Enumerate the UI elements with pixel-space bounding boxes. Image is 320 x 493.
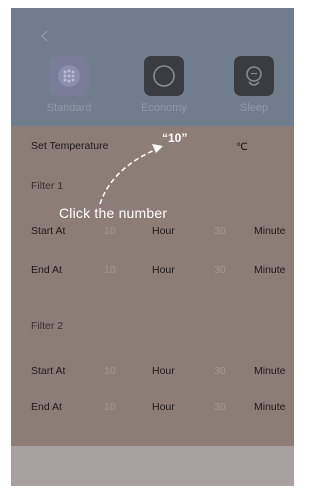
filter-2-title: Filter 2 <box>31 320 64 332</box>
mode-standard-label: Standard <box>46 102 92 114</box>
mode-standard[interactable]: Standard <box>29 56 109 122</box>
filter-2-start-hour-value[interactable]: 10 <box>104 365 116 377</box>
filter-1-end-minute-value[interactable]: 30 <box>214 264 226 276</box>
app-screen: Standard Economy Sleep <box>11 8 294 486</box>
filter-2-end-minute-unit: Minute <box>254 401 286 413</box>
filter-1-start-hour-unit: Hour <box>152 225 175 237</box>
filter-2-end-minute-value[interactable]: 30 <box>214 401 226 413</box>
filter-1-start-minute-value[interactable]: 30 <box>214 225 226 237</box>
filter-2-start-hour-unit: Hour <box>152 365 175 377</box>
sleep-face-icon <box>234 56 274 96</box>
filter-1-start-hour-value[interactable]: 10 <box>104 225 116 237</box>
settings-panel <box>11 126 294 446</box>
filter-1-end-hour-value[interactable]: 10 <box>104 264 116 276</box>
back-arrow-icon[interactable] <box>37 28 51 44</box>
filter-2-start-minute-value[interactable]: 30 <box>214 365 226 377</box>
set-temperature-label: Set Temperature <box>31 140 109 152</box>
temperature-unit: ℃ <box>236 141 248 153</box>
filter-1-start-minute-unit: Minute <box>254 225 286 237</box>
temperature-value[interactable]: “10” <box>162 131 187 145</box>
mode-economy-label: Economy <box>141 102 187 114</box>
filter-1-end-hour-unit: Hour <box>152 264 175 276</box>
filter-2-end-hour-unit: Hour <box>152 401 175 413</box>
annotation-text: Click the number <box>59 205 168 221</box>
mode-economy[interactable]: Economy <box>124 56 204 122</box>
eco-circle-icon <box>144 56 184 96</box>
dots-grid-icon <box>49 56 89 96</box>
filter-1-end-label: End At <box>31 264 62 276</box>
filter-1-title: Filter 1 <box>31 180 64 192</box>
filter-2-start-minute-unit: Minute <box>254 365 286 377</box>
filter-2-end-label: End At <box>31 401 62 413</box>
filter-2-end-hour-value[interactable]: 10 <box>104 401 116 413</box>
filter-1-end-minute-unit: Minute <box>254 264 286 276</box>
filter-2-start-label: Start At <box>31 365 66 377</box>
footer-bar <box>11 446 294 486</box>
mode-sleep[interactable]: Sleep <box>214 56 294 122</box>
filter-1-start-label: Start At <box>31 225 66 237</box>
mode-sleep-label: Sleep <box>239 102 269 114</box>
mode-header: Standard Economy Sleep <box>11 8 294 126</box>
